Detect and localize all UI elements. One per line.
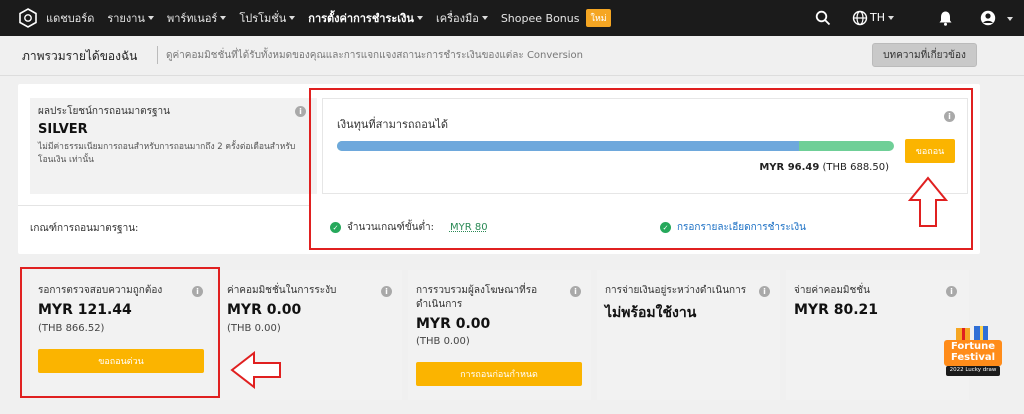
info-icon[interactable]: i xyxy=(381,286,392,297)
nav-label: โปรโมชั่น xyxy=(239,12,287,25)
nav-label: รายงาน xyxy=(107,12,145,25)
nav-item-shopee-bonus[interactable]: Shopee Bonus xyxy=(501,12,580,25)
nav-item-reports[interactable]: รายงาน xyxy=(107,9,154,27)
top-navbar: แดชบอร์ด รายงาน พาร์ทเนอร์ โปรโมชั่น การ… xyxy=(0,0,1024,36)
caret-down-icon[interactable] xyxy=(1007,17,1013,21)
section-divider xyxy=(18,205,310,206)
bell-icon[interactable] xyxy=(938,10,953,26)
nav-item-promotions[interactable]: โปรโมชั่น xyxy=(239,9,296,27)
festival-subtitle: 2022 Lucky draw xyxy=(949,367,997,373)
fortune-festival-badge[interactable]: Fortune Festival 2022 Lucky draw xyxy=(940,326,1006,380)
card-payout-in-progress: การจ่ายเงินอยู่ระหว่างดำเนินการ i ไม่พร้… xyxy=(597,270,780,400)
highlight-frame-withdrawable xyxy=(309,88,973,250)
info-icon[interactable]: i xyxy=(946,286,957,297)
card-advertiser-collection-pending: การรวบรวมผู้ลงโฆษณาที่รอดำเนินการ i MYR … xyxy=(408,270,591,400)
title-divider xyxy=(157,46,158,64)
standard-benefit-label: ผลประโยชน์การถอนมาตรฐาน xyxy=(38,106,170,117)
language-label: TH xyxy=(870,11,885,24)
arrow-left-annotation xyxy=(230,351,281,389)
nav-label: Shopee Bonus xyxy=(500,11,580,25)
info-icon[interactable]: i xyxy=(570,286,581,297)
nav-label: พาร์ทเนอร์ xyxy=(166,12,218,25)
user-avatar-icon[interactable] xyxy=(980,10,996,26)
caret-down-icon xyxy=(888,15,894,20)
nav-item-tools[interactable]: เครื่องมือ xyxy=(436,9,488,27)
app-logo-icon[interactable] xyxy=(18,8,38,28)
page-title: ภาพรวมรายได้ของฉัน xyxy=(22,49,138,63)
card-label: การจ่ายเงินอยู่ระหว่างดำเนินการ xyxy=(605,285,747,296)
card-sub-value: (THB 0.00) xyxy=(227,323,281,334)
nav-item-partners[interactable]: พาร์ทเนอร์ xyxy=(166,9,227,27)
caret-down-icon xyxy=(416,16,423,20)
card-sub-value: (THB 0.00) xyxy=(416,336,470,347)
early-withdraw-button[interactable]: การถอนก่อนกำหนด xyxy=(416,362,582,386)
card-value: ไม่พร้อมใช้งาน xyxy=(605,305,697,321)
standard-withdrawal-benefit-box: ผลประโยชน์การถอนมาตรฐาน SILVER ไม่มีค่าธ… xyxy=(30,98,317,194)
caret-down-icon xyxy=(289,16,296,20)
festival-title-2: Festival xyxy=(950,352,996,363)
tier-level: SILVER xyxy=(38,122,88,137)
nav-label: เครื่องมือ xyxy=(435,12,479,25)
nav-menu: แดชบอร์ด รายงาน พาร์ทเนอร์ โปรโมชั่น การ… xyxy=(46,0,611,36)
nav-label: แดชบอร์ด xyxy=(46,12,95,25)
caret-down-icon xyxy=(220,16,227,20)
card-value: MYR 0.00 xyxy=(416,316,491,332)
nav-label: การตั้งค่าการชำระเงิน xyxy=(308,12,414,25)
caret-down-icon xyxy=(481,16,488,20)
withdrawal-criteria-label: เกณฑ์การถอนมาตรฐาน: xyxy=(30,223,139,234)
card-value: MYR 0.00 xyxy=(227,302,302,318)
card-value: MYR 80.21 xyxy=(794,302,879,318)
language-selector[interactable]: TH xyxy=(870,11,894,24)
highlight-frame-pending xyxy=(20,267,220,398)
nav-item-dashboard[interactable]: แดชบอร์ด xyxy=(46,9,94,27)
festival-title-1: Fortune xyxy=(950,341,996,352)
card-label: ค่าคอมมิชชั่นในการระงับ xyxy=(227,285,337,296)
nav-item-payment-settings[interactable]: การตั้งค่าการชำระเงิน xyxy=(308,9,423,27)
info-icon[interactable]: i xyxy=(759,286,770,297)
tier-description: ไม่มีค่าธรรมเนียมการถอนสำหรับการถอนมากถึ… xyxy=(38,142,296,165)
arrow-up-annotation xyxy=(908,176,948,227)
caret-down-icon xyxy=(147,16,154,20)
new-badge: ใหม่ xyxy=(586,9,611,27)
related-articles-button[interactable]: บทความที่เกี่ยวข้อง xyxy=(872,43,977,67)
search-icon[interactable] xyxy=(815,10,831,26)
globe-icon[interactable] xyxy=(852,10,868,26)
card-label: การรวบรวมผู้ลงโฆษณาที่รอดำเนินการ xyxy=(416,285,538,310)
sub-header: ภาพรวมรายได้ของฉัน ดูค่าคอมมิชชั่นที่ได้… xyxy=(0,36,1024,76)
info-icon[interactable]: i xyxy=(295,106,306,117)
page-description: ดูค่าคอมมิชชั่นที่ได้รับทั้งหมดของคุณและ… xyxy=(166,50,584,61)
card-label: จ่ายค่าคอมมิชชั่น xyxy=(794,285,870,296)
